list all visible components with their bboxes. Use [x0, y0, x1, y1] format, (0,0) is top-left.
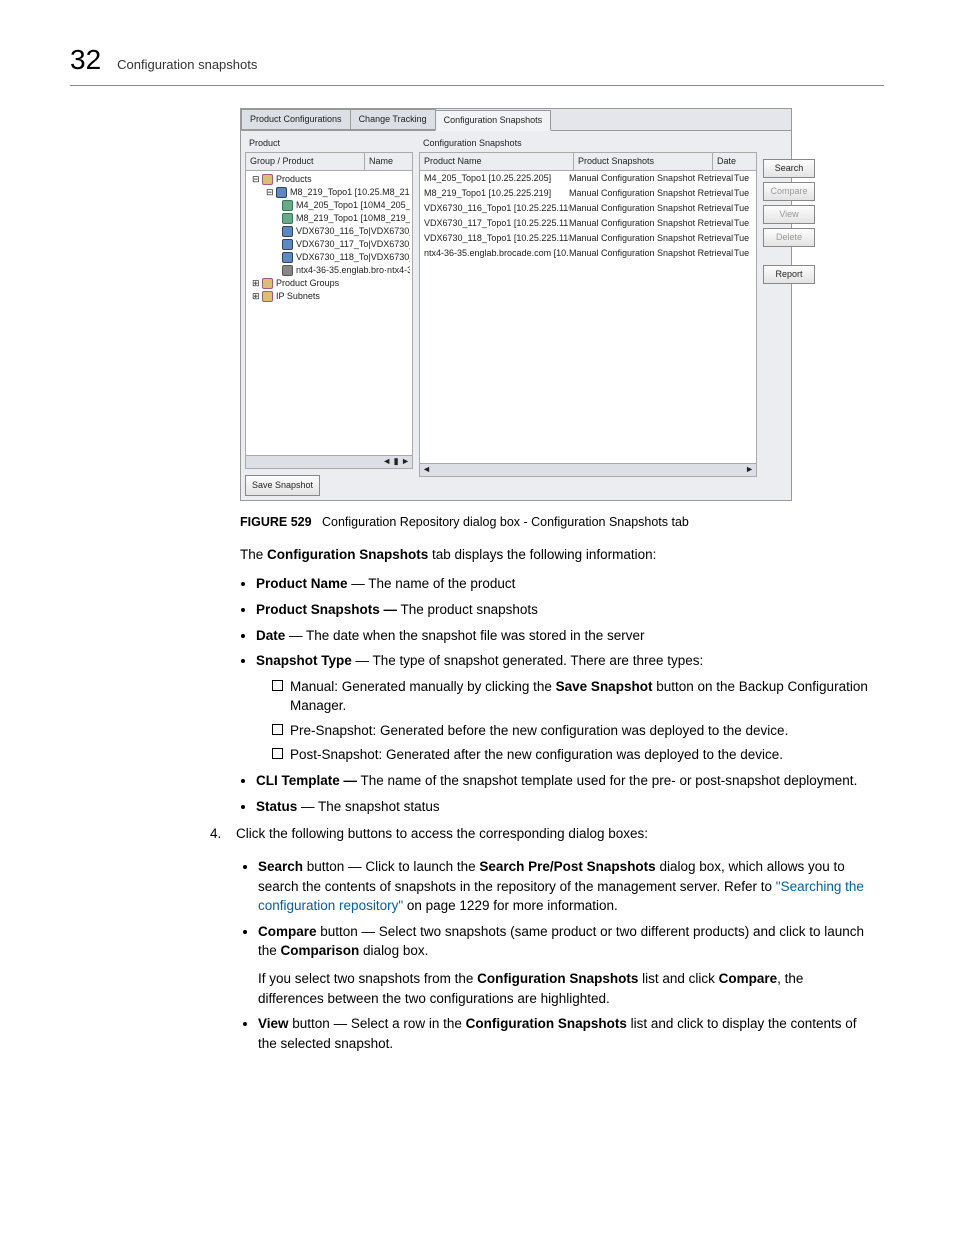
- intro-paragraph: The Configuration Snapshots tab displays…: [240, 545, 870, 565]
- device-icon: [282, 226, 293, 237]
- step-4: 4. Click the following buttons to access…: [210, 824, 870, 1061]
- body-text: The Configuration Snapshots tab displays…: [240, 545, 870, 816]
- host-icon: [276, 187, 287, 198]
- tree-ip-subnets[interactable]: ⊞ IP Subnets: [252, 291, 320, 301]
- page-number: 32: [70, 40, 101, 81]
- col-product-snapshots[interactable]: Product Snapshots: [574, 153, 713, 170]
- list-item: Date — The date when the snapshot file w…: [256, 626, 870, 646]
- tab-bar: Product Configurations Change Tracking C…: [241, 109, 791, 131]
- view-button[interactable]: View: [763, 205, 815, 224]
- tree-host[interactable]: ⊟ M8_219_Topo1 [10.25.M8_219_Topo1: [266, 187, 410, 197]
- product-tree[interactable]: ⊟ Products ⊟ M8_219_Topo1 [10.25.M8_219_…: [245, 171, 413, 456]
- tab-product-configurations[interactable]: Product Configurations: [241, 109, 351, 130]
- list-item: Manual: Generated manually by clicking t…: [272, 677, 870, 716]
- list-item: Product Name — The name of the product: [256, 574, 870, 594]
- list-item: Compare button — Select two snapshots (s…: [258, 922, 870, 1008]
- compare-button[interactable]: Compare: [763, 182, 815, 201]
- left-pane-title: Product: [245, 135, 413, 152]
- list-item: Search button — Click to launch the Sear…: [258, 857, 870, 916]
- snapshots-grid[interactable]: M4_205_Topo1 [10.25.225.205]Manual Confi…: [419, 171, 757, 464]
- list-item: Post-Snapshot: Generated after the new c…: [272, 745, 870, 765]
- tree-item[interactable]: VDX6730_116_To|VDX6730_116_: [282, 226, 410, 236]
- right-scrollbar[interactable]: ◄►: [419, 464, 757, 477]
- tree-item[interactable]: VDX6730_118_To|VDX6730_118_: [282, 252, 410, 262]
- col-product-name[interactable]: Product Name: [420, 153, 574, 170]
- right-pane: Configuration Snapshots Product Name Pro…: [419, 135, 757, 496]
- report-button[interactable]: Report: [763, 265, 815, 284]
- left-column-header: Group / Product Name: [245, 152, 413, 171]
- step-number: 4.: [210, 824, 236, 1061]
- button-column: Search Compare View Delete Report: [757, 135, 819, 496]
- tree-root[interactable]: ⊟ Products: [252, 174, 312, 184]
- figure-caption: FIGURE 529 Configuration Repository dial…: [240, 513, 884, 531]
- tree-item[interactable]: VDX6730_117_To|VDX6730_117_: [282, 239, 410, 249]
- table-row[interactable]: VDX6730_118_Topo1 [10.25.225.118]Manual …: [420, 231, 756, 246]
- left-pane: Product Group / Product Name ⊟ Products …: [245, 135, 413, 496]
- field-list: Product Name — The name of the product P…: [240, 574, 870, 816]
- list-item: View button — Select a row in the Config…: [258, 1014, 870, 1053]
- button-list: Search button — Click to launch the Sear…: [236, 857, 870, 1053]
- snapshot-type-list: Manual: Generated manually by clicking t…: [256, 677, 870, 765]
- figure-caption-text: Configuration Repository dialog box - Co…: [322, 515, 689, 529]
- page-header: 32 Configuration snapshots: [70, 40, 884, 86]
- device-icon: [282, 239, 293, 250]
- right-column-header: Product Name Product Snapshots Date: [419, 152, 757, 171]
- screenshot-dialog: Product Configurations Change Tracking C…: [240, 108, 792, 501]
- device-icon: [282, 200, 293, 211]
- section-title: Configuration snapshots: [117, 56, 257, 75]
- step-intro: Click the following buttons to access th…: [236, 824, 870, 844]
- right-pane-title: Configuration Snapshots: [419, 135, 757, 152]
- tab-configuration-snapshots[interactable]: Configuration Snapshots: [435, 110, 552, 131]
- figure-block: Product Configurations Change Tracking C…: [240, 108, 884, 531]
- list-item: Product Snapshots — The product snapshot…: [256, 600, 870, 620]
- table-row[interactable]: M4_205_Topo1 [10.25.225.205]Manual Confi…: [420, 171, 756, 186]
- tree-product-groups[interactable]: ⊞ Product Groups: [252, 278, 339, 288]
- folder-icon: [262, 291, 273, 302]
- list-item: Pre-Snapshot: Generated before the new c…: [272, 721, 870, 741]
- tab-change-tracking[interactable]: Change Tracking: [350, 109, 436, 130]
- left-scrollbar[interactable]: ◄ ▮ ►: [245, 456, 413, 469]
- col-group-product[interactable]: Group / Product: [246, 153, 365, 170]
- table-row[interactable]: M8_219_Topo1 [10.25.225.219]Manual Confi…: [420, 186, 756, 201]
- folder-icon: [262, 174, 273, 185]
- table-row[interactable]: VDX6730_116_Topo1 [10.25.225.116]Manual …: [420, 201, 756, 216]
- tree-item[interactable]: ntx4-36-35.englab.bro·ntx4-36-35.eng: [282, 265, 410, 275]
- device-icon: [282, 252, 293, 263]
- list-item: CLI Template — The name of the snapshot …: [256, 771, 870, 791]
- server-icon: [282, 265, 293, 276]
- col-date[interactable]: Date: [713, 153, 756, 170]
- list-item: Status — The snapshot status: [256, 797, 870, 817]
- table-row[interactable]: VDX6730_117_Topo1 [10.25.225.117]Manual …: [420, 216, 756, 231]
- folder-icon: [262, 278, 273, 289]
- col-name[interactable]: Name: [365, 153, 412, 170]
- figure-label: FIGURE 529: [240, 515, 312, 529]
- save-snapshot-button[interactable]: Save Snapshot: [245, 475, 320, 496]
- table-row[interactable]: ntx4-36-35.englab.brocade.com [10.24.36.…: [420, 246, 756, 261]
- tree-item[interactable]: M4_205_Topo1 [10M4_205_Topo1: [282, 200, 410, 210]
- list-item: Snapshot Type — The type of snapshot gen…: [256, 651, 870, 765]
- tree-item[interactable]: M8_219_Topo1 [10M8_219_Topo1: [282, 213, 410, 223]
- delete-button[interactable]: Delete: [763, 228, 815, 247]
- search-button[interactable]: Search: [763, 159, 815, 178]
- device-icon: [282, 213, 293, 224]
